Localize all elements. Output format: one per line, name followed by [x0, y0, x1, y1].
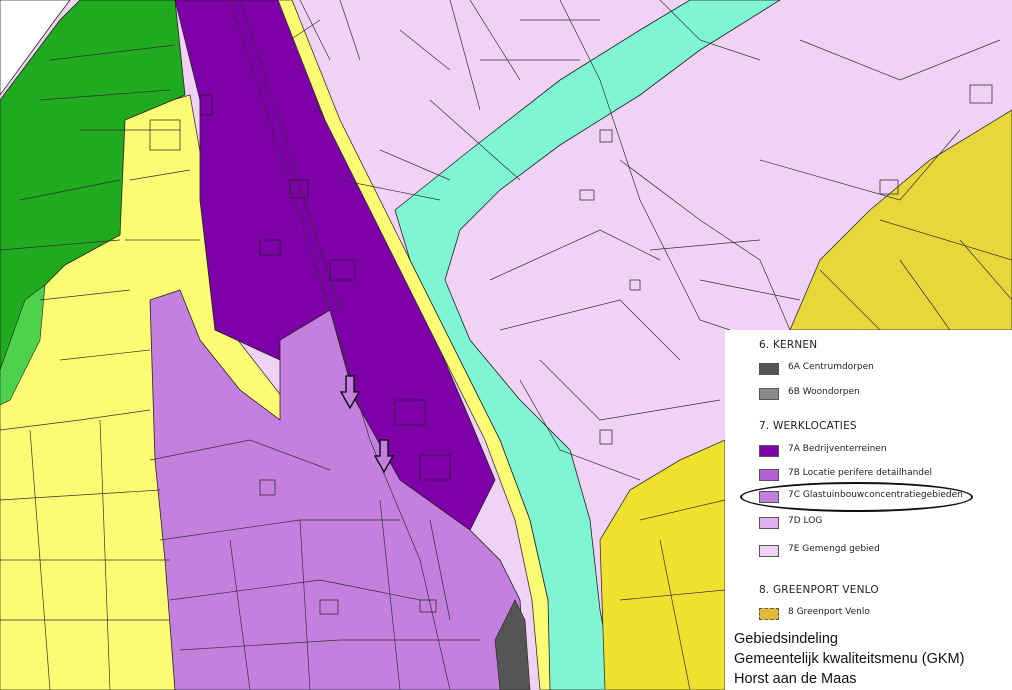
legend-entry-label: 6A Centrumdorpen	[788, 362, 874, 372]
legend-swatch	[759, 445, 779, 457]
legend-entry-label: 8 Greenport Venlo	[788, 607, 870, 617]
legend-entry-label: 7D LOG	[788, 516, 823, 526]
caption-line-2: Gemeentelijk kwaliteitsmenu (GKM)	[734, 651, 965, 667]
highlight-ellipse	[740, 482, 973, 512]
legend-swatch	[759, 469, 779, 481]
legend-entry-label: 7E Gemengd gebied	[788, 544, 880, 554]
legend-swatch	[759, 608, 779, 620]
caption-line-3: Horst aan de Maas	[734, 671, 857, 687]
legend-swatch	[759, 388, 779, 400]
legend-swatch	[759, 517, 779, 529]
legend-panel: 6. KERNEN 6A Centrumdorpen 6B Woondorpen…	[725, 330, 1012, 690]
legend-section-title-greenport: 8. GREENPORT VENLO	[759, 584, 879, 596]
legend-entry-label: 6B Woondorpen	[788, 387, 860, 397]
legend-section-title-kernen: 6. KERNEN	[759, 339, 818, 351]
caption-line-1: Gebiedsindeling	[734, 631, 838, 647]
legend-entry-label: 7A Bedrijventerreinen	[788, 444, 887, 454]
legend-section-title-werklocaties: 7. WERKLOCATIES	[759, 420, 857, 432]
legend-swatch	[759, 363, 779, 375]
legend-swatch	[759, 545, 779, 557]
legend-entry-label: 7B Locatie perifere detailhandel	[788, 468, 933, 478]
